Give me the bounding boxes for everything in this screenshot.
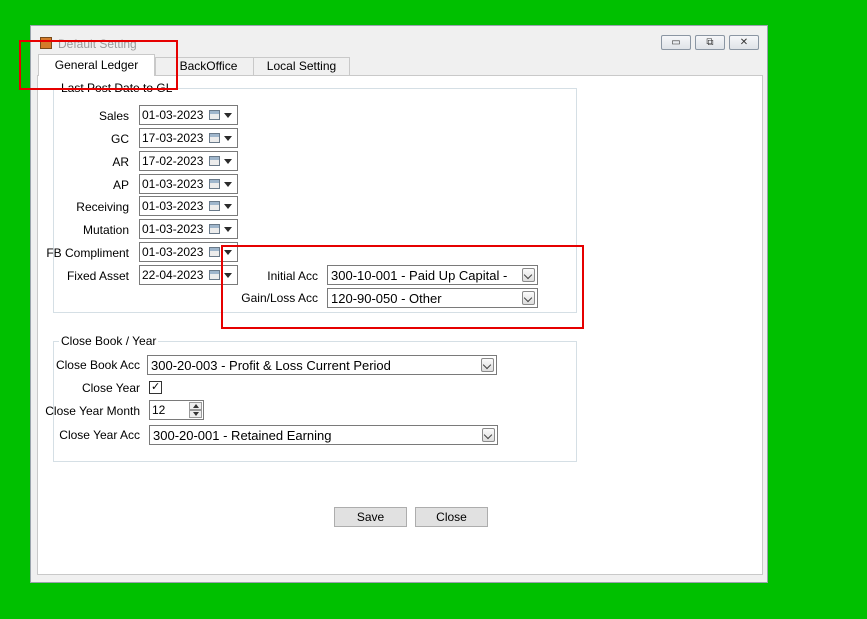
close-year-acc-combo[interactable]: 300-20-001 - Retained Earning [149, 425, 498, 445]
date-label: FB Compliment [46, 246, 129, 260]
calendar-icon[interactable] [209, 224, 220, 234]
date-picker[interactable]: 01-03-2023 [139, 219, 238, 239]
close-year-month-value: 12 [152, 403, 166, 417]
tab-local-setting[interactable]: Local Setting [253, 57, 350, 76]
date-label: Fixed Asset [66, 269, 129, 283]
date-picker[interactable]: 01-03-2023 [139, 105, 238, 125]
close-book-acc-label: Close Book Acc [55, 358, 140, 372]
calendar-icon[interactable] [209, 201, 220, 211]
date-value: 01-03-2023 [142, 108, 204, 122]
date-value: 01-03-2023 [142, 245, 204, 259]
close-year-month-stepper[interactable]: 12 [149, 400, 204, 420]
date-picker[interactable]: 01-03-2023 [139, 174, 238, 194]
close-book-acc-value: 300-20-003 - Profit & Loss Current Perio… [151, 358, 391, 373]
date-value: 01-03-2023 [142, 177, 204, 191]
date-value: 17-03-2023 [142, 131, 204, 145]
date-value: 01-03-2023 [142, 222, 204, 236]
date-label: Sales [98, 109, 129, 123]
spin-down-button[interactable] [189, 410, 202, 418]
close-year-checkbox[interactable]: ✓ [149, 380, 162, 394]
maximize-button[interactable]: ⧉ [695, 35, 725, 50]
date-value: 17-02-2023 [142, 154, 204, 168]
calendar-icon[interactable] [209, 133, 220, 143]
date-label: Mutation [82, 223, 129, 237]
date-label: Receiving [76, 200, 129, 214]
close-book-acc-combo[interactable]: 300-20-003 - Profit & Loss Current Perio… [147, 355, 497, 375]
dropdown-arrow-icon[interactable] [224, 182, 232, 187]
date-picker[interactable]: 01-03-2023 [139, 196, 238, 216]
close-year-acc-label: Close Year Acc [59, 428, 140, 442]
date-label: GC [111, 132, 129, 146]
close-year-month-label: Close Year Month [45, 404, 140, 418]
minimize-button[interactable]: ▭ [661, 35, 691, 50]
date-value: 01-03-2023 [142, 199, 204, 213]
chevron-down-icon[interactable] [482, 428, 495, 442]
spin-up-button[interactable] [189, 402, 202, 410]
checkmark-icon: ✓ [151, 380, 161, 393]
date-label: AR [112, 155, 129, 169]
dropdown-arrow-icon[interactable] [224, 113, 232, 118]
calendar-icon[interactable] [209, 156, 220, 166]
save-button[interactable]: Save [334, 507, 407, 527]
date-label: AP [112, 178, 129, 192]
close-book-group-title: Close Book / Year [59, 334, 159, 348]
close-button[interactable]: Close [415, 507, 488, 527]
calendar-icon[interactable] [209, 179, 220, 189]
chevron-down-icon[interactable] [481, 358, 494, 372]
dropdown-arrow-icon[interactable] [224, 159, 232, 164]
calendar-icon[interactable] [209, 247, 220, 257]
calendar-icon[interactable] [209, 270, 220, 280]
dropdown-arrow-icon[interactable] [224, 204, 232, 209]
calendar-icon[interactable] [209, 110, 220, 120]
close-window-button[interactable]: ✕ [729, 35, 759, 50]
date-value: 22-04-2023 [142, 268, 204, 282]
dropdown-arrow-icon[interactable] [224, 136, 232, 141]
close-year-acc-value: 300-20-001 - Retained Earning [153, 428, 332, 443]
dropdown-arrow-icon[interactable] [224, 227, 232, 232]
highlight-box-accounts [221, 245, 584, 329]
date-picker[interactable]: 17-03-2023 [139, 128, 238, 148]
date-picker[interactable]: 17-02-2023 [139, 151, 238, 171]
tab-general-ledger[interactable]: General Ledger [38, 54, 155, 76]
close-year-label: Close Year [81, 381, 140, 395]
